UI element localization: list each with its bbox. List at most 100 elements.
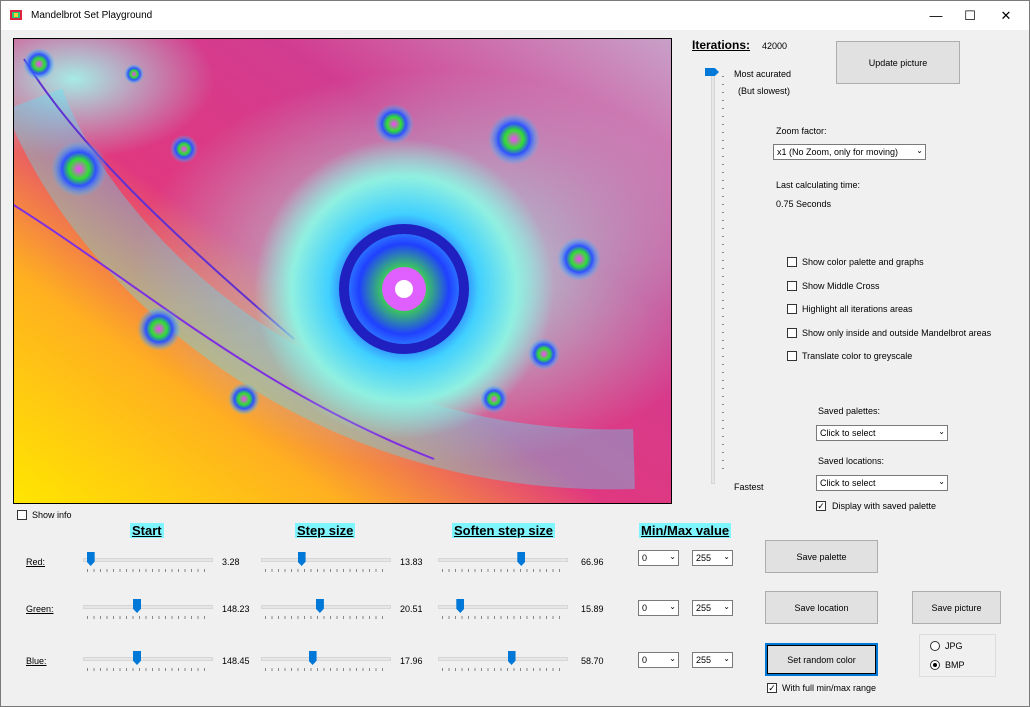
slider-thumb[interactable] <box>133 599 142 613</box>
blue-min-value: 0 <box>642 655 648 665</box>
most-accurate-label: Most acurated <box>734 69 792 79</box>
slider-thumb[interactable] <box>315 599 324 613</box>
iterations-slider-thumb[interactable] <box>705 68 719 76</box>
slider-ticks <box>87 569 209 572</box>
calc-time-label: Last calculating time: <box>776 180 861 190</box>
saved-palettes-label: Saved palettes: <box>818 406 881 416</box>
chevron-down-icon: ⌄ <box>669 602 676 611</box>
slider-thumb[interactable] <box>297 552 306 566</box>
saved-locations-value: Click to select <box>820 478 876 488</box>
slider-thumb[interactable] <box>308 651 317 665</box>
red-min-value: 0 <box>642 553 648 563</box>
display-saved-palette-label: Display with saved palette <box>832 501 937 511</box>
saved-locations-label: Saved locations: <box>818 456 885 466</box>
save-location-button[interactable]: Save location <box>765 591 878 624</box>
full-range-checkbox[interactable]: ✓ <box>767 683 777 693</box>
start-heading: Start <box>130 523 164 538</box>
slider-thumb[interactable] <box>133 651 142 665</box>
green-step-value: 20.51 <box>400 604 423 614</box>
green-start-slider[interactable] <box>83 599 213 619</box>
slowest-note: (But slowest) <box>738 86 791 96</box>
option-checkbox-highlight-iterations[interactable] <box>787 304 797 314</box>
green-min-value: 0 <box>642 603 648 613</box>
red-soften-value: 66.96 <box>581 557 604 567</box>
title-bar: Mandelbrot Set Playground — ☐ ✕ <box>1 1 1029 30</box>
display-saved-palette-checkbox[interactable]: ✓ <box>816 501 826 511</box>
step-size-heading: Step size <box>295 523 356 538</box>
slider-ticks <box>265 616 387 619</box>
show-info-label: Show info <box>32 510 72 520</box>
slider-thumb[interactable] <box>456 599 465 613</box>
blue-max-value: 255 <box>696 655 712 665</box>
slider-track <box>261 657 391 661</box>
update-picture-button[interactable]: Update picture <box>836 41 960 84</box>
green-start-value: 148.23 <box>222 604 250 614</box>
slider-track <box>261 605 391 609</box>
chevron-down-icon: ⌄ <box>723 602 730 611</box>
blue-start-value: 148.45 <box>222 656 250 666</box>
slider-thumb[interactable] <box>86 552 95 566</box>
green-soften-slider[interactable] <box>438 599 568 619</box>
show-info-checkbox[interactable] <box>17 510 27 520</box>
blue-row-label: Blue: <box>26 656 47 666</box>
saved-locations-select[interactable]: Click to select ⌄ <box>816 475 948 491</box>
green-max-select[interactable]: 255 ⌄ <box>692 600 733 616</box>
red-soften-slider[interactable] <box>438 552 568 572</box>
blue-step-slider[interactable] <box>261 651 391 671</box>
saved-palettes-select[interactable]: Click to select ⌄ <box>816 425 948 441</box>
set-random-color-button[interactable]: Set random color <box>765 643 878 676</box>
green-row-label: Green: <box>26 604 54 614</box>
red-min-select[interactable]: 0 ⌄ <box>638 550 679 566</box>
green-soften-value: 15.89 <box>581 604 604 614</box>
iterations-slider[interactable] <box>705 66 731 488</box>
option-checkbox-inside-outside[interactable] <box>787 328 797 338</box>
app-window: Mandelbrot Set Playground — ☐ ✕ Show inf… <box>0 0 1030 707</box>
red-step-value: 13.83 <box>400 557 423 567</box>
green-min-select[interactable]: 0 ⌄ <box>638 600 679 616</box>
slider-thumb[interactable] <box>517 552 526 566</box>
slider-ticks <box>442 668 564 671</box>
option-checkbox-middle-cross[interactable] <box>787 281 797 291</box>
chevron-down-icon: ⌄ <box>669 654 676 663</box>
blue-soften-slider[interactable] <box>438 651 568 671</box>
blue-max-select[interactable]: 255 ⌄ <box>692 652 733 668</box>
slider-thumb[interactable] <box>507 651 516 665</box>
slider-track <box>261 558 391 562</box>
slider-ticks <box>442 569 564 572</box>
red-max-select[interactable]: 255 ⌄ <box>692 550 733 566</box>
option-checkbox-greyscale[interactable] <box>787 351 797 361</box>
blue-step-value: 17.96 <box>400 656 423 666</box>
slider-ticks <box>87 616 209 619</box>
slider-track <box>83 657 213 661</box>
save-picture-button[interactable]: Save picture <box>912 591 1001 624</box>
app-icon <box>10 10 22 20</box>
red-start-slider[interactable] <box>83 552 213 572</box>
window-title: Mandelbrot Set Playground <box>31 10 153 21</box>
chevron-down-icon: ⌄ <box>723 552 730 561</box>
close-button[interactable]: ✕ <box>983 1 1029 30</box>
slider-track <box>438 558 568 562</box>
bmp-label: BMP <box>945 660 965 670</box>
option-label-middle-cross: Show Middle Cross <box>802 281 880 291</box>
jpg-radio[interactable] <box>930 641 940 651</box>
red-row-label: Red: <box>26 557 46 567</box>
mandelbrot-canvas[interactable] <box>13 38 672 504</box>
chevron-down-icon: ⌄ <box>669 552 676 561</box>
chevron-down-icon: ⌄ <box>938 427 945 436</box>
blue-min-select[interactable]: 0 ⌄ <box>638 652 679 668</box>
option-label-greyscale: Translate color to greyscale <box>802 351 913 361</box>
option-label-highlight-iterations: Highlight all iterations areas <box>802 304 913 314</box>
blue-start-slider[interactable] <box>83 651 213 671</box>
slider-track <box>83 558 213 562</box>
save-palette-button[interactable]: Save palette <box>765 540 878 573</box>
chevron-down-icon: ⌄ <box>938 477 945 486</box>
min-max-heading: Min/Max value <box>639 523 732 538</box>
option-checkbox-color-palette[interactable] <box>787 257 797 267</box>
zoom-factor-value: x1 (No Zoom, only for moving) <box>777 147 899 157</box>
red-max-value: 255 <box>696 553 712 563</box>
bmp-radio[interactable] <box>930 660 940 670</box>
red-step-slider[interactable] <box>261 552 391 572</box>
green-step-slider[interactable] <box>261 599 391 619</box>
zoom-factor-select[interactable]: x1 (No Zoom, only for moving) ⌄ <box>773 144 926 160</box>
saved-palettes-value: Click to select <box>820 428 876 438</box>
